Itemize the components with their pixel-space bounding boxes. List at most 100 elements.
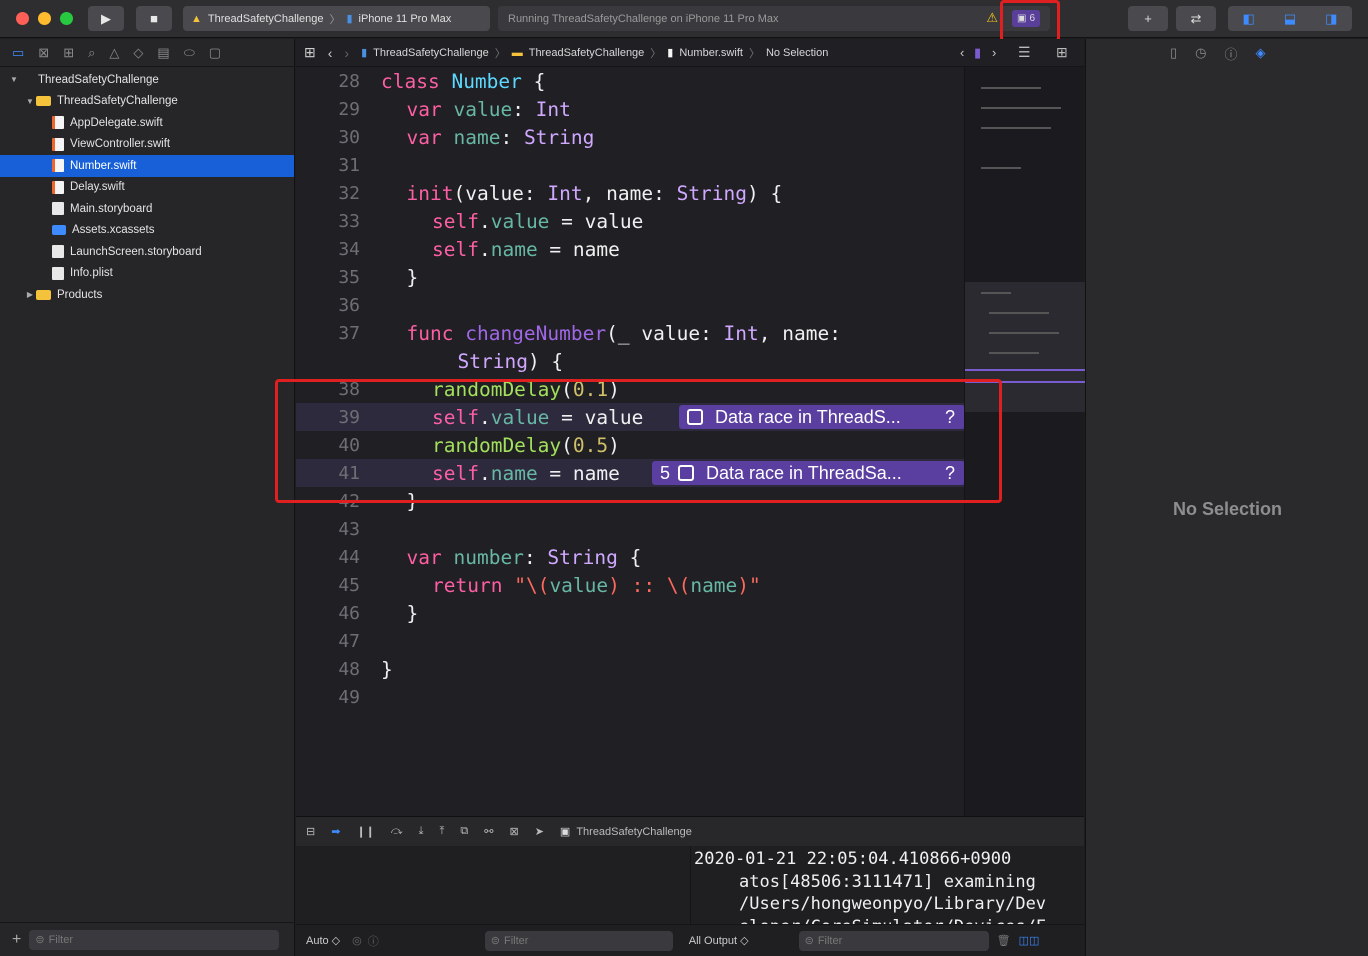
environment-overrides-icon[interactable]: ⊠	[509, 825, 518, 838]
memory-graph-icon[interactable]: ⚯	[484, 825, 493, 838]
next-issue-icon[interactable]: ›	[992, 45, 996, 60]
issue-icon[interactable]: △	[109, 45, 119, 61]
close-window-button[interactable]	[16, 12, 29, 25]
line-number[interactable]: 45	[296, 575, 360, 596]
navigator-toggle-icon[interactable]: ◧	[1243, 11, 1255, 27]
file-inspector-icon[interactable]: ▯	[1170, 45, 1177, 61]
disclosure-triangle-icon[interactable]: ▼	[24, 97, 36, 106]
file-tree-item[interactable]: Delay.swift	[0, 177, 294, 199]
pause-icon[interactable]: ❙❙	[356, 825, 374, 838]
line-number[interactable]: 28	[296, 71, 360, 92]
previous-issue-icon[interactable]: ‹	[960, 45, 964, 60]
file-tree-item[interactable]: LaunchScreen.storyboard	[0, 241, 294, 263]
code-text[interactable]: var number: String {	[407, 546, 642, 569]
symbol-icon[interactable]: ⊞	[63, 45, 74, 61]
code-line[interactable]: 29 var value: Int	[296, 95, 964, 123]
folder-icon[interactable]: ▭	[12, 45, 24, 61]
output-scope-select[interactable]: All Output ◇	[689, 934, 749, 947]
console-filter-input[interactable]: ⊜ Filter	[798, 930, 989, 951]
code-text[interactable]: }	[407, 602, 419, 625]
file-tree-item[interactable]: ViewController.swift	[0, 134, 294, 156]
code-line[interactable]: 28 class Number {	[296, 67, 964, 95]
file-tree-item[interactable]: Info.plist	[0, 263, 294, 285]
quick-help-icon[interactable]: ⓘ	[1225, 44, 1238, 63]
line-number[interactable]: 37	[296, 323, 360, 344]
code-text[interactable]: func changeNumber(_ value: Int, name:	[407, 322, 841, 345]
breadcrumb-file[interactable]: Number.swift	[679, 47, 743, 59]
file-tree-item[interactable]: ▼ ThreadSafetyChallenge	[0, 91, 294, 113]
code-line[interactable]: 49	[296, 683, 964, 711]
code-line[interactable]: 43	[296, 515, 964, 543]
library-button[interactable]: +	[1128, 6, 1168, 31]
variables-scope-select[interactable]: Auto ◇	[306, 934, 340, 947]
file-tree-item[interactable]: Assets.xcassets	[0, 220, 294, 242]
file-tree-item[interactable]: Number.swift	[0, 155, 294, 177]
line-number[interactable]: 49	[296, 687, 360, 708]
code-review-button[interactable]: ⇄	[1176, 6, 1216, 31]
hide-debug-area-icon[interactable]: ⊟	[306, 825, 315, 838]
navigator-filter-input[interactable]: ⊜ Filter	[29, 929, 280, 950]
related-items-icon[interactable]: ⊞	[304, 44, 316, 61]
variables-filter-input[interactable]: ⊜ Filter	[484, 930, 673, 951]
forward-arrow-icon[interactable]: ›	[344, 45, 349, 61]
inspector-toggle-icon[interactable]: ◨	[1325, 11, 1337, 27]
minimize-window-button[interactable]	[38, 12, 51, 25]
code-line[interactable]: 32 init(value: Int, name: String) {	[296, 179, 964, 207]
code-line[interactable]: 36	[296, 291, 964, 319]
code-line[interactable]: 37 func changeNumber(_ value: Int, name:	[296, 319, 964, 347]
add-file-button[interactable]: +	[12, 931, 21, 949]
variables-view[interactable]	[296, 846, 690, 924]
disclosure-triangle-icon[interactable]: ▶	[24, 290, 36, 299]
warning-triangle-icon[interactable]: ⚠	[986, 10, 998, 26]
line-number[interactable]: 31	[296, 155, 360, 176]
stop-button[interactable]: ■	[136, 6, 172, 31]
code-text[interactable]: String) {	[458, 350, 564, 373]
breadcrumb-group[interactable]: ThreadSafetyChallenge	[529, 47, 645, 59]
line-number[interactable]: 32	[296, 183, 360, 204]
file-tree-item[interactable]: Main.storyboard	[0, 198, 294, 220]
code-line[interactable]: 48}	[296, 655, 964, 683]
disclosure-triangle-icon[interactable]: ▼	[8, 75, 20, 84]
line-number[interactable]: 46	[296, 603, 360, 624]
zoom-window-button[interactable]	[60, 12, 73, 25]
code-line[interactable]: 31	[296, 151, 964, 179]
code-text[interactable]: }	[407, 266, 419, 289]
code-line[interactable]: 45 return "\(value) :: \(name)"	[296, 571, 964, 599]
info-icon[interactable]: ⓘ	[368, 933, 379, 949]
scheme-selector[interactable]: ▲ ThreadSafetyChallenge 〉 ▮ iPhone 11 Pr…	[183, 6, 490, 31]
breakpoint-icon[interactable]: ⬭	[184, 45, 195, 61]
code-line[interactable]: 34 self.name = name	[296, 235, 964, 263]
code-text[interactable]: class Number {	[381, 70, 545, 93]
line-number[interactable]: 35	[296, 267, 360, 288]
step-over-icon[interactable]: ⤼	[391, 825, 403, 838]
code-text[interactable]: self.value = value	[432, 210, 643, 233]
code-text[interactable]: return "\(value) :: \(name)"	[432, 574, 761, 597]
test-icon[interactable]: ◇	[133, 45, 143, 61]
split-view-icon[interactable]: ◫◫	[1019, 934, 1040, 947]
code-line[interactable]: 33 self.value = value	[296, 207, 964, 235]
code-line[interactable]: 30 var name: String	[296, 123, 964, 151]
breadcrumb-project[interactable]: ThreadSafetyChallenge	[373, 47, 489, 59]
code-line[interactable]: 44 var number: String {	[296, 543, 964, 571]
code-line[interactable]: 46}	[296, 599, 964, 627]
line-number[interactable]: 36	[296, 295, 360, 316]
run-button[interactable]: ▶	[88, 6, 124, 31]
code-line[interactable]: 47	[296, 627, 964, 655]
trash-icon[interactable]: 🗑	[997, 934, 1011, 947]
line-number[interactable]: 47	[296, 631, 360, 652]
history-inspector-icon[interactable]: ◷	[1195, 45, 1206, 61]
file-tree-item[interactable]: ▼ ThreadSafetyChallenge	[0, 69, 294, 91]
code-line[interactable]: 35}	[296, 263, 964, 291]
breakpoints-toggle-icon[interactable]: ➡	[331, 825, 340, 838]
line-number[interactable]: 29	[296, 99, 360, 120]
line-number[interactable]: 34	[296, 239, 360, 260]
step-out-icon[interactable]: ⤒	[440, 825, 445, 838]
view-hierarchy-icon[interactable]: ⧉	[460, 825, 468, 838]
code-line[interactable]: String) {	[296, 347, 964, 375]
attributes-inspector-icon[interactable]: ◈	[1256, 45, 1266, 61]
report-icon[interactable]: ▢	[209, 45, 221, 61]
code-text[interactable]: self.name = name	[432, 238, 620, 261]
back-arrow-icon[interactable]: ‹	[328, 45, 333, 61]
breadcrumb-selection[interactable]: No Selection	[766, 47, 828, 59]
line-number[interactable]: 43	[296, 519, 360, 540]
